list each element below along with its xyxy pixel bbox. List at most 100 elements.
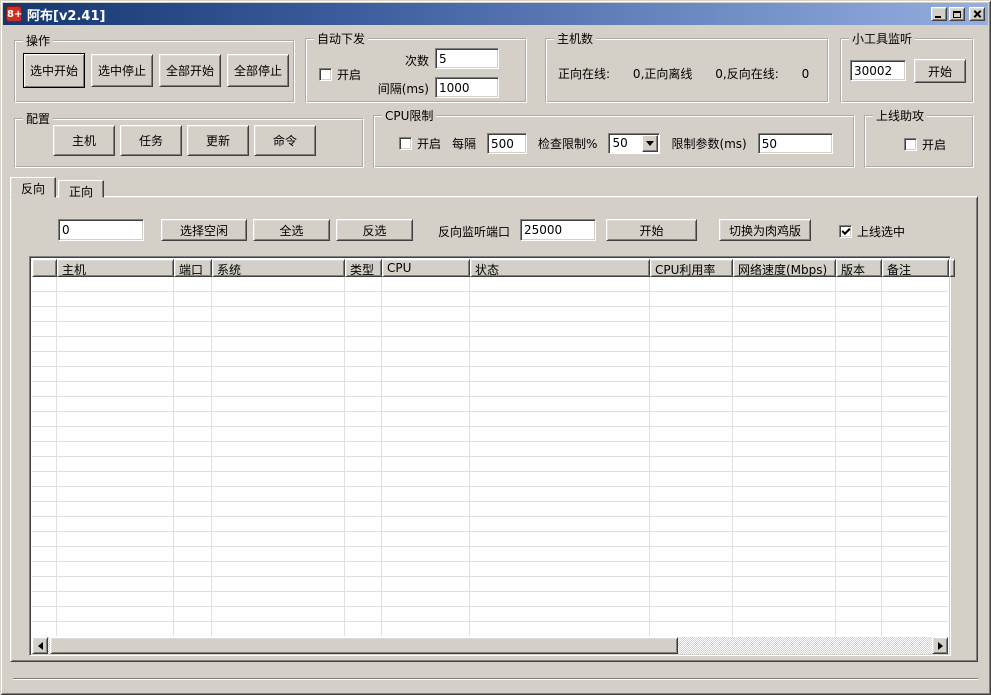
auto-dispatch-checkbox[interactable]: [319, 68, 332, 81]
column-header[interactable]: CPU: [382, 259, 470, 277]
column-header[interactable]: 版本: [836, 259, 882, 277]
listen-start-button[interactable]: 开始: [606, 219, 697, 241]
start-selected-button[interactable]: 选中开始: [23, 53, 85, 88]
table-cell: [470, 577, 650, 592]
column-header[interactable]: 系统: [212, 259, 345, 277]
column-header[interactable]: 状态: [470, 259, 650, 277]
online-selected-toggle[interactable]: 上线选中: [839, 223, 905, 240]
table-cell: [470, 457, 650, 472]
column-header[interactable]: 网络速度(Mbps): [733, 259, 836, 277]
cpu-limit-checkbox[interactable]: [399, 137, 412, 150]
scrollbar-track[interactable]: [678, 637, 932, 654]
table-cell: [345, 517, 382, 532]
horizontal-scrollbar[interactable]: [32, 637, 948, 654]
tool-start-button[interactable]: 开始: [914, 59, 966, 83]
table-cell: [57, 457, 174, 472]
switch-version-button[interactable]: 切换为肉鸡版: [719, 219, 811, 241]
tool-port-input[interactable]: [850, 60, 906, 81]
table-cell: [345, 427, 382, 442]
dropdown-button[interactable]: [642, 135, 658, 152]
tab-reverse[interactable]: 反向: [10, 177, 56, 198]
filter-input[interactable]: [58, 219, 144, 241]
table-cell: [32, 457, 57, 472]
table-cell: [57, 427, 174, 442]
group-host-count: 主机数 正向在线: 0,正向离线 0,反向在线: 0: [545, 38, 829, 103]
online-assist-checkbox[interactable]: [904, 138, 917, 151]
table-cell: [650, 322, 733, 337]
auto-dispatch-enable[interactable]: 开启: [319, 66, 361, 83]
table-cell: [836, 412, 882, 427]
table-row: [32, 307, 948, 322]
table-cell: [174, 457, 212, 472]
table-cell: [836, 577, 882, 592]
table-cell: [882, 607, 948, 622]
table-row: [32, 442, 948, 457]
column-header[interactable]: 端口: [174, 259, 212, 277]
table-cell: [382, 412, 470, 427]
interval-label: 间隔(ms): [378, 80, 429, 97]
cpu-every-input[interactable]: [487, 133, 527, 154]
table-cell: [733, 277, 836, 292]
group-auto-dispatch: 自动下发 开启 次数 间隔(ms): [305, 38, 527, 103]
table-cell: [470, 412, 650, 427]
titlebar[interactable]: 8+ 阿布[v2.41]: [3, 3, 988, 25]
scroll-left-button[interactable]: [32, 637, 48, 654]
table-cell: [345, 367, 382, 382]
table-cell: [32, 547, 57, 562]
invert-selection-button[interactable]: 反选: [336, 219, 413, 241]
maximize-button[interactable]: [949, 7, 965, 21]
start-all-button[interactable]: 全部开始: [159, 54, 221, 87]
cpu-check-combobox[interactable]: 50: [608, 133, 660, 154]
config-task-button[interactable]: 任务: [120, 125, 182, 156]
select-idle-button[interactable]: 选择空闲: [161, 219, 247, 241]
table-cell: [733, 307, 836, 322]
column-header[interactable]: 备注: [882, 259, 949, 277]
online-assist-enable[interactable]: 开启: [904, 136, 946, 153]
table-cell: [836, 547, 882, 562]
table-cell: [382, 337, 470, 352]
config-update-button[interactable]: 更新: [187, 125, 249, 156]
table-row: [32, 337, 948, 352]
table-cell: [836, 397, 882, 412]
table-cell: [212, 382, 345, 397]
table-cell: [345, 532, 382, 547]
config-host-button[interactable]: 主机: [53, 125, 115, 156]
table-cell: [345, 472, 382, 487]
table-cell: [382, 382, 470, 397]
table-body: [32, 277, 948, 636]
table-cell: [470, 337, 650, 352]
count-input[interactable]: [435, 48, 499, 69]
table-row: [32, 352, 948, 367]
table-cell: [382, 562, 470, 577]
table-cell: [174, 562, 212, 577]
online-selected-checkbox[interactable]: [839, 225, 852, 238]
table-cell: [212, 427, 345, 442]
tab-forward[interactable]: 正向: [58, 180, 104, 198]
interval-input[interactable]: [435, 77, 499, 98]
minimize-button[interactable]: [931, 7, 947, 21]
scroll-right-button[interactable]: [932, 637, 948, 654]
cpu-limit-enable[interactable]: 开启: [399, 135, 441, 152]
select-all-button[interactable]: 全选: [253, 219, 330, 241]
stop-selected-button[interactable]: 选中停止: [91, 54, 153, 87]
table-cell: [733, 622, 836, 636]
close-button[interactable]: [969, 7, 985, 21]
table-cell: [733, 607, 836, 622]
stop-all-button[interactable]: 全部停止: [227, 54, 289, 87]
table-cell: [836, 337, 882, 352]
table-cell: [212, 532, 345, 547]
column-header[interactable]: CPU利用率: [650, 259, 733, 277]
table-cell: [882, 337, 948, 352]
cpu-limit-checkbox-label: 开启: [417, 135, 441, 152]
table-cell: [650, 292, 733, 307]
listen-port-input[interactable]: [520, 219, 596, 241]
table-cell: [382, 367, 470, 382]
cpu-param-input[interactable]: [758, 133, 833, 154]
table-cell: [733, 322, 836, 337]
scrollbar-thumb[interactable]: [50, 637, 678, 654]
column-header[interactable]: 主机: [57, 259, 174, 277]
column-header[interactable]: [32, 259, 57, 277]
column-header[interactable]: 类型: [345, 259, 382, 277]
config-command-button[interactable]: 命令: [254, 125, 316, 156]
table-cell: [882, 457, 948, 472]
